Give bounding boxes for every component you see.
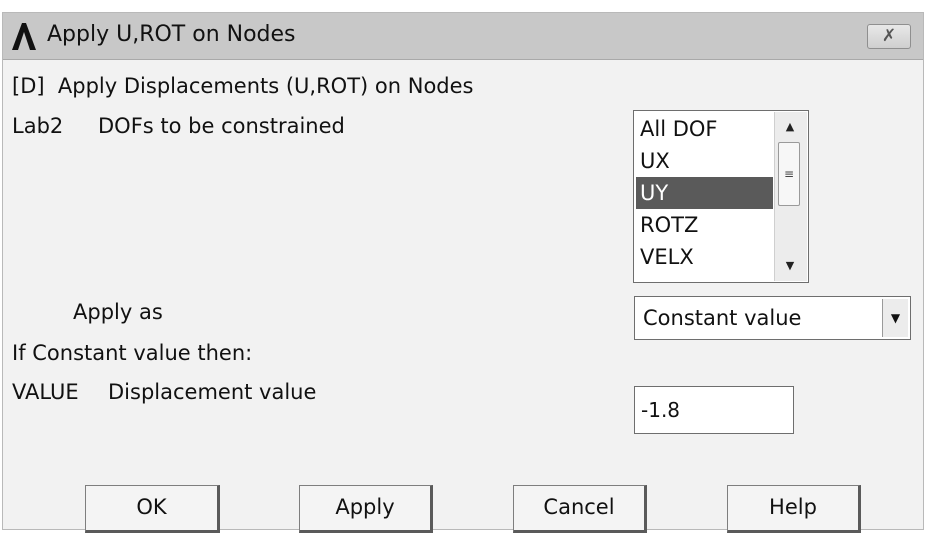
ansys-logo-icon (12, 23, 36, 50)
dof-option-velx[interactable]: VELX (636, 241, 773, 273)
dialog-title: Apply U,ROT on Nodes (47, 22, 296, 47)
cancel-button[interactable]: Cancel (513, 485, 647, 533)
value-code-label: VALUE (12, 380, 79, 404)
apply-as-selected-value: Constant value (643, 306, 802, 330)
lab2-description-label: DOFs to be constrained (98, 114, 345, 138)
dof-listbox[interactable]: All DOF UX UY ROTZ VELX ▲ ≡ ▼ (633, 110, 809, 283)
dof-option-ux[interactable]: UX (636, 145, 773, 177)
apply-as-label: Apply as (73, 300, 163, 324)
displacement-value-input[interactable] (634, 386, 794, 434)
constant-value-note: If Constant value then: (12, 341, 253, 365)
apply-as-dropdown[interactable]: Constant value ▼ (634, 296, 911, 340)
title-bar[interactable]: Apply U,ROT on Nodes ✗ (3, 13, 923, 60)
displacement-value-label: Displacement value (108, 380, 317, 404)
dof-option-all-dof[interactable]: All DOF (636, 113, 773, 145)
apply-displacement-dialog: Apply U,ROT on Nodes ✗ [D] Apply Displac… (2, 12, 924, 533)
listbox-scrollbar[interactable]: ▲ ≡ ▼ (774, 112, 807, 281)
close-icon: ✗ (881, 26, 897, 46)
help-button[interactable]: Help (727, 485, 861, 533)
dof-option-rotz[interactable]: ROTZ (636, 209, 773, 241)
scroll-grip-icon: ≡ (784, 167, 795, 181)
dof-option-uy[interactable]: UY (636, 177, 773, 209)
command-description: [D] Apply Displacements (U,ROT) on Nodes (12, 74, 474, 98)
ok-button[interactable]: OK (85, 485, 220, 533)
close-button[interactable]: ✗ (867, 24, 911, 49)
scroll-up-arrow-icon[interactable]: ▲ (779, 116, 801, 138)
scrollbar-thumb[interactable]: ≡ (778, 142, 800, 206)
scroll-down-arrow-icon[interactable]: ▼ (779, 255, 801, 277)
apply-button[interactable]: Apply (299, 485, 433, 533)
dropdown-arrow-icon[interactable]: ▼ (882, 299, 908, 337)
lab2-code-label: Lab2 (12, 114, 64, 138)
